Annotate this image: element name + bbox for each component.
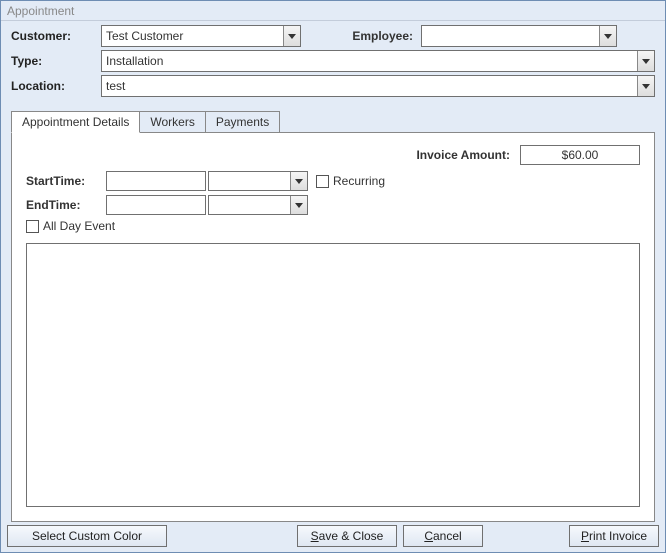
alldayevent-checkbox[interactable]: All Day Event — [26, 219, 115, 233]
checkbox-box[interactable] — [316, 175, 329, 188]
employee-combo[interactable] — [421, 25, 617, 47]
notes-textarea[interactable] — [26, 243, 640, 507]
location-value: test — [106, 79, 125, 93]
customer-label: Customer: — [11, 29, 101, 43]
starttime-date-input[interactable] — [106, 171, 206, 191]
location-combo[interactable]: test — [101, 75, 655, 97]
chevron-down-icon[interactable] — [290, 196, 307, 214]
customer-value: Test Customer — [106, 29, 183, 43]
header-form: Customer: Test Customer Employee: Type: … — [1, 21, 665, 102]
type-label: Type: — [11, 54, 101, 68]
chevron-down-icon[interactable] — [283, 26, 300, 46]
save-close-button[interactable]: Save & Close — [297, 525, 397, 547]
tab-appointment-details[interactable]: Appointment Details — [11, 111, 140, 133]
endtime-label: EndTime: — [26, 198, 106, 212]
employee-label: Employee: — [341, 29, 421, 43]
title-bar: Appointment — [1, 1, 665, 21]
select-custom-color-button[interactable]: Select Custom Color — [7, 525, 167, 547]
recurring-label: Recurring — [333, 174, 385, 188]
invoice-amount-label: Invoice Amount: — [416, 148, 510, 162]
tab-strip: Appointment Details Workers Payments — [11, 108, 655, 132]
customer-combo[interactable]: Test Customer — [101, 25, 301, 47]
tab-payments[interactable]: Payments — [205, 111, 280, 132]
recurring-checkbox[interactable]: Recurring — [316, 174, 385, 188]
endtime-time-combo[interactable] — [208, 195, 308, 215]
tab-panel-details: Invoice Amount: $60.00 StartTime: Recurr… — [11, 132, 655, 522]
chevron-down-icon[interactable] — [290, 172, 307, 190]
location-label: Location: — [11, 79, 101, 93]
print-invoice-button[interactable]: Print Invoice — [569, 525, 659, 547]
chevron-down-icon[interactable] — [599, 26, 616, 46]
button-bar: Select Custom Color Save & Close Cancel … — [7, 524, 659, 548]
starttime-label: StartTime: — [26, 174, 106, 188]
cancel-button[interactable]: Cancel — [403, 525, 483, 547]
starttime-time-combo[interactable] — [208, 171, 308, 191]
checkbox-box[interactable] — [26, 220, 39, 233]
invoice-amount-field[interactable]: $60.00 — [520, 145, 640, 165]
appointment-window: Appointment Customer: Test Customer Empl… — [0, 0, 666, 553]
chevron-down-icon[interactable] — [637, 51, 654, 71]
type-value: Installation — [106, 54, 163, 68]
alldayevent-label: All Day Event — [43, 219, 115, 233]
chevron-down-icon[interactable] — [637, 76, 654, 96]
type-combo[interactable]: Installation — [101, 50, 655, 72]
tabs-container: Appointment Details Workers Payments Inv… — [11, 108, 655, 522]
tab-workers[interactable]: Workers — [139, 111, 205, 132]
window-title: Appointment — [7, 4, 74, 18]
endtime-date-input[interactable] — [106, 195, 206, 215]
